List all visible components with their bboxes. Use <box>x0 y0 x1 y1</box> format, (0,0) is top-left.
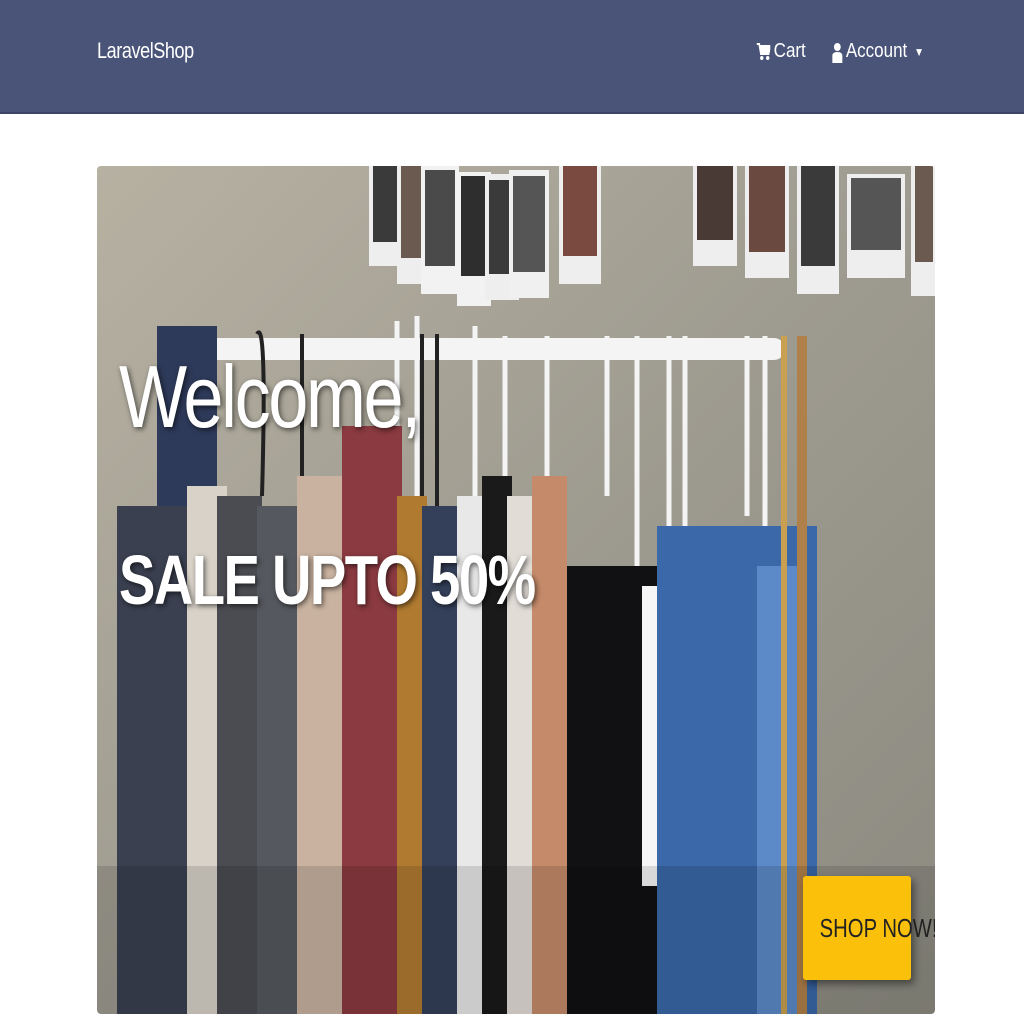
account-label: Account <box>845 40 908 62</box>
navbar-right: Cart Account ▼ <box>748 40 924 63</box>
caret-down-icon: ▼ <box>913 44 924 59</box>
hero-heading: Welcome, <box>119 347 421 446</box>
brand-link[interactable]: LaravelShop <box>97 38 194 64</box>
cart-label: Cart <box>773 40 806 62</box>
hero-banner: Welcome, SALE UPTO 50% SHOP NOW! <box>97 166 935 1014</box>
user-icon <box>832 41 843 63</box>
navbar: LaravelShop Cart Account ▼ <box>0 0 1024 114</box>
cart-icon <box>756 42 771 62</box>
shop-now-label: SHOP NOW! <box>819 912 935 943</box>
shop-now-button[interactable]: SHOP NOW! <box>803 876 935 980</box>
cart-link[interactable]: Cart <box>756 40 806 63</box>
account-dropdown[interactable]: Account ▼ <box>832 40 924 63</box>
hero-subheading: SALE UPTO 50% <box>119 541 536 619</box>
